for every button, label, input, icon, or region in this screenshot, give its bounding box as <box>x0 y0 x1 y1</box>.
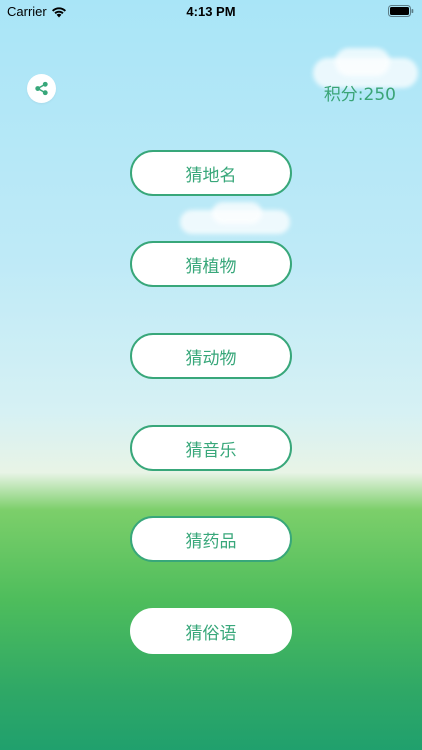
guess-medicine-button[interactable]: 猜药品 <box>130 516 292 562</box>
status-bar: Carrier 4:13 PM <box>0 0 422 24</box>
guess-animals-button[interactable]: 猜动物 <box>130 333 292 379</box>
guess-idioms-button[interactable]: 猜俗语 <box>130 608 292 654</box>
guess-plants-button[interactable]: 猜植物 <box>130 241 292 287</box>
guess-place-names-button[interactable]: 猜地名 <box>130 150 292 196</box>
cloud-decoration <box>335 48 390 76</box>
score-label: 积分:250 <box>323 85 396 105</box>
share-icon <box>35 81 48 96</box>
battery-icon <box>388 5 414 21</box>
guess-music-button[interactable]: 猜音乐 <box>130 425 292 471</box>
cloud-decoration <box>212 202 262 224</box>
share-button[interactable] <box>27 74 56 103</box>
status-time: 4:13 PM <box>186 4 236 19</box>
game-home-screen: Carrier 4:13 PM 积分:250 猜地名 猜植物 猜动物 猜音乐 猜… <box>0 0 422 750</box>
